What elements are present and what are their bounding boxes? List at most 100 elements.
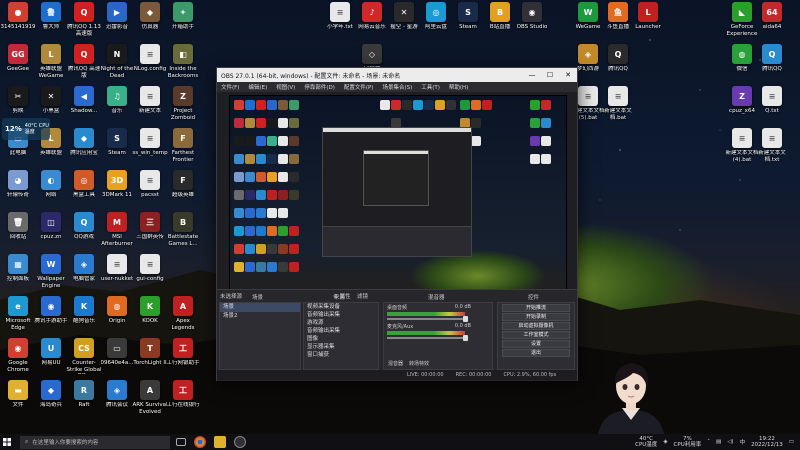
source-item[interactable]: 音频输出采集 [304,311,378,319]
desktop-icon[interactable]: ◧ Inside the Backrooms [165,44,201,86]
cpu-usage-tray[interactable]: 7% CPU利用率 [674,436,702,448]
menu-scene-collection[interactable]: 场景集合(S) [382,83,412,91]
desktop-icon[interactable]: 工工行在线银行 [165,380,201,422]
desktop-icon[interactable]: Q 腾讯QQ [600,44,636,86]
desktop-icon[interactable]: A ARK Survival Evolved [132,380,168,422]
volume-knob[interactable] [463,316,468,322]
desktop-icon[interactable]: Q QQ游戏 [66,212,102,254]
notification-icon[interactable]: ▭ [789,439,794,445]
desktop-icon[interactable]: ◆ 腾讯应用宝 [66,128,102,170]
virtual-camera-button[interactable]: 启动虚拟摄像机 [502,322,570,330]
desktop-icon[interactable]: CS Counter-Strike Global Off... [66,338,102,380]
desktop-icon[interactable]: ≡ 新建文本文档.bat [600,86,636,128]
shield-icon[interactable]: ◈ [663,439,667,445]
minimize-button[interactable]: — [523,68,541,82]
desktop-icon[interactable]: ◫ cpuz.zn [33,212,69,254]
source-item[interactable]: 音频输出采集 [304,327,378,335]
source-item[interactable]: 视频采集设备 [304,303,378,311]
menu-view[interactable]: 视图(V) [276,83,295,91]
desktop-icon[interactable]: ▶ 迅雷影音 [99,2,135,44]
tab-transitions[interactable]: 转场特效 [409,360,429,367]
start-streaming-button[interactable]: 开始推流 [502,304,570,312]
desktop-icon[interactable]: ◕ 轩辕传奇 [0,170,36,212]
file-explorer-icon[interactable] [214,436,226,448]
start-button[interactable] [0,434,14,450]
desktop-icon[interactable]: Q 腾讯QQ [754,44,790,86]
chrome-icon[interactable] [194,436,206,448]
desktop-icon[interactable]: ≡ gui-config [132,254,168,296]
maximize-button[interactable]: ☐ [541,68,559,82]
desktop-icon[interactable]: ◎ 阿里云盘 [418,2,454,44]
desktop-icon[interactable]: e Microsoft Edge [0,296,36,338]
desktop-icon[interactable]: ≡ 小学年.txt [322,2,358,44]
desktop-icon[interactable]: M MSI Afterburner [99,212,135,254]
desktop-icon[interactable]: A Apex Legends [165,296,201,338]
desktop-icon[interactable]: F Farthest Frontier [165,128,201,170]
clock[interactable]: 19:22 2022/12/13 [751,436,783,448]
desktop-icon[interactable]: L Launcher [630,2,666,44]
desktop-icon[interactable]: Z Project Zomboid [165,86,201,128]
obs-window[interactable]: OBS 27.0.1 (64-bit, windows) - 配置文件: 未命名… [216,67,578,381]
scene-item[interactable]: 场景 [220,303,300,312]
desktop-icon[interactable]: ≡ user-nukket [99,254,135,296]
taskbar-search[interactable]: ⌕ 在这里输入你要搜索的内容 [20,435,170,449]
desktop-icon[interactable]: ≡ pacsst [132,170,168,212]
studio-mode-button[interactable]: 工作室模式 [502,331,570,339]
desktop-icon[interactable]: ♫ 音乐 [99,86,135,128]
desktop-icon[interactable]: ● 3145141919 [0,2,36,44]
network-icon[interactable]: ▤ [716,439,721,445]
source-item[interactable]: 图像 [304,335,378,343]
desktop-icon[interactable]: ≡ 新建文本 [132,86,168,128]
menu-help[interactable]: 帮助(H) [449,83,468,91]
desktop-icon[interactable]: B B站直播 [482,2,518,44]
desktop-icon[interactable]: ◉ OBS Studio [514,2,550,44]
desktop-icon[interactable]: T TorchLight II [132,338,168,380]
volume-slider[interactable] [387,337,465,339]
desktop-icon[interactable]: ◎ 黑盒工具 [66,170,102,212]
obs-taskbar-icon[interactable] [234,436,246,448]
menu-edit[interactable]: 编辑(E) [248,83,267,91]
settings-button[interactable]: 设置 [502,340,570,348]
source-item[interactable]: 显示器采集 [304,343,378,351]
desktop-icon[interactable]: ◍ Origin [99,296,135,338]
desktop-icon[interactable]: ✕ 猩空 - 星游 [386,2,422,44]
desktop-icon[interactable]: GG GeeGee [0,44,36,86]
desktop-icon[interactable]: 三三国群英传 [132,212,168,254]
exit-button[interactable]: 退出 [502,349,570,357]
close-button[interactable]: ✕ [559,68,577,82]
desktop-icon[interactable]: ▦ 控制面板 [0,254,36,296]
desktop-icon[interactable]: ≡ Q.txt [754,86,790,128]
desktop-icon[interactable]: S Steam [450,2,486,44]
obs-titlebar[interactable]: OBS 27.0.1 (64-bit, windows) - 配置文件: 未命名… [217,68,577,82]
taskview-icon[interactable] [176,438,186,446]
desktop-icon[interactable]: 🗑 回收站 [0,212,36,254]
desktop-icon[interactable]: ≡ ss_win_temp [132,128,168,170]
desktop-icon[interactable]: U 网易UU [33,338,69,380]
desktop-icon[interactable]: L 英雄联盟 WeGame [33,44,69,86]
volume-slider[interactable] [387,318,465,320]
tab-mixer[interactable]: 混音器 [388,360,403,367]
desktop-icon[interactable]: Q 腾讯QQ 1.13 高速版 [66,2,102,44]
menu-profile[interactable]: 配置文件(P) [344,83,374,91]
source-item[interactable]: 窗口捕获 [304,351,378,359]
volume-icon[interactable]: ◁) [727,439,733,445]
volume-knob[interactable] [463,335,468,341]
desktop-icon[interactable]: W Wallpaper Engine [33,254,69,296]
desktop-icon[interactable]: 鲁鲁大师 [33,2,69,44]
desktop-icon[interactable]: 64 aida64 [754,2,790,44]
desktop-icon[interactable]: ◀ Shadow... [66,86,102,128]
menu-docks[interactable]: 停靠部件(D) [304,83,335,91]
ime-icon[interactable]: 中 [740,438,746,446]
desktop-icon[interactable]: ✦ 开箱助手 [165,2,201,44]
filters-button[interactable]: 滤镜 [357,292,368,300]
desktop-icon[interactable]: ♪ 网易云音乐 [354,2,390,44]
desktop-icon[interactable]: ▬ 文件 [0,380,36,422]
menu-tools[interactable]: 工具(T) [421,83,440,91]
scene-item[interactable]: 场景2 [220,312,300,321]
desktop-icon[interactable]: ≡ 新建文本文档.txt [754,128,790,170]
desktop-icon[interactable]: 工工行网银助手 [165,338,201,380]
desktop-icon[interactable]: ▭ 09640e4a... [99,338,135,380]
chevron-up-icon[interactable]: ˄ [707,439,710,445]
source-item[interactable]: 游戏源 [304,319,378,327]
desktop-icon[interactable]: N Night of the Dead [99,44,135,86]
